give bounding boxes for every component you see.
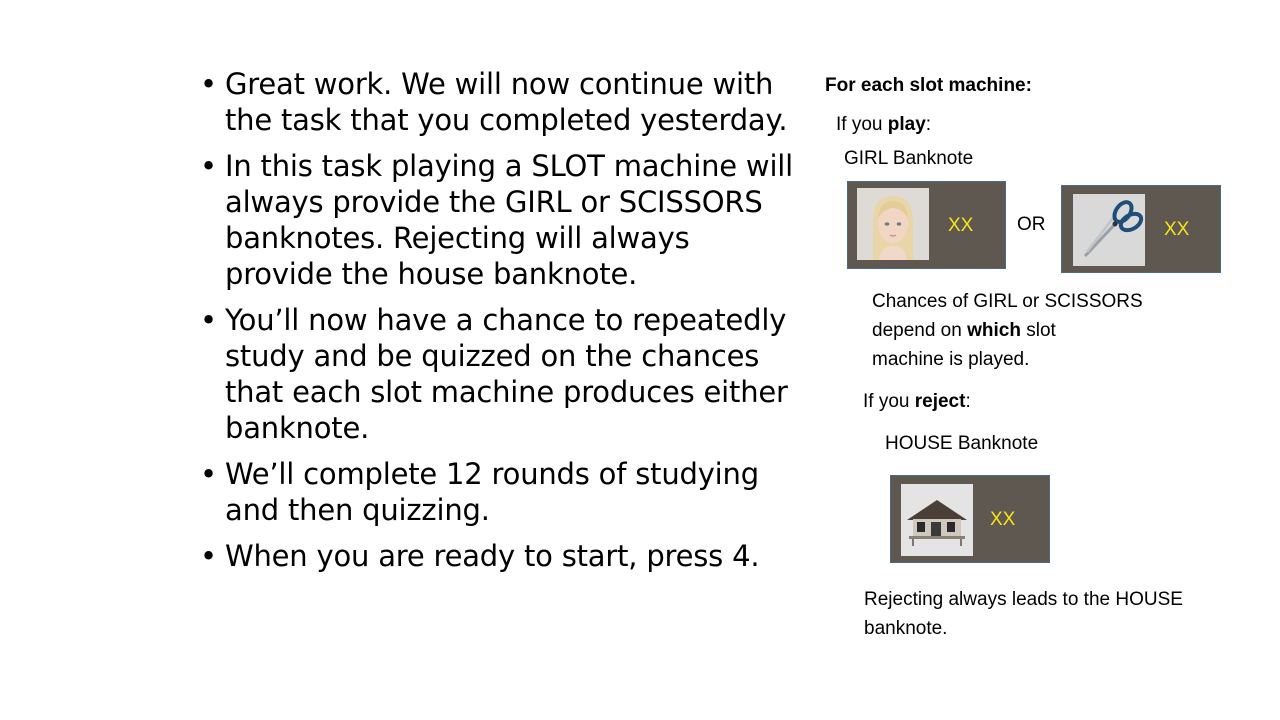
instruction-item: • Great work. We will now continue with t… [198,66,798,138]
instruction-text: You’ll now have a chance to repeatedly s… [225,303,788,445]
instruction-item: • In this task playing a SLOT machine wil… [198,148,798,292]
instruction-text: In this task playing a SLOT machine will… [225,149,794,291]
bullet-dot-icon: • [200,149,217,183]
rejecting-line-1: Rejecting always leads to the HOUSE [864,589,1183,610]
instruction-list: • Great work. We will now continue with t… [198,66,798,584]
reject-suffix: : [965,391,971,412]
play-suffix: : [925,114,932,135]
girl-banknote-value: XX [948,215,974,236]
instruction-item: • We’ll complete 12 rounds of studying an… [198,456,798,528]
bullet-dot-icon: • [200,67,217,101]
or-label: OR [1017,214,1046,235]
scissors-icon [1073,194,1145,266]
chances-line-2-bold: which [967,320,1021,341]
play-line: If you play: [836,110,931,139]
instruction-item: • You’ll now have a chance to repeatedly … [198,302,798,446]
instruction-text: We’ll complete 12 rounds of studying and… [225,457,759,527]
girl-banknote: XX [847,181,1006,269]
chances-line-2: depend on which slot [872,316,1143,345]
chances-note: Chances of GIRL or SCISSORS depend on wh… [872,287,1143,374]
house-image [901,484,973,556]
chances-line-2-post: slot [1020,320,1056,341]
scissors-banknote: XX [1061,185,1221,273]
reject-word: reject [914,391,966,412]
scissors-banknote-value: XX [1164,219,1190,240]
house-banknote: XX [890,475,1050,563]
chances-line-3: machine is played. [872,349,1030,370]
bullet-dot-icon: • [200,539,217,573]
girl-portrait-image [857,188,929,260]
play-word: play [887,114,926,135]
play-prefix: If you [836,114,888,135]
house-banknote-label: HOUSE Banknote [885,433,1039,454]
rejecting-note: Rejecting always leads to the HOUSE bank… [864,585,1183,643]
girl-banknote-label: GIRL Banknote [844,148,974,169]
bullet-dot-icon: • [200,457,217,491]
instruction-text: When you are ready to start, press 4. [225,539,760,573]
rejecting-line-2: banknote. [864,618,948,639]
instruction-item: • When you are ready to start, press 4. [198,538,798,574]
reject-prefix: If you [863,391,915,412]
instruction-text: Great work. We will now continue with th… [225,67,788,137]
bullet-dot-icon: • [200,303,217,337]
chances-line-2-pre: depend on [872,320,968,341]
chances-line-1: Chances of GIRL or SCISSORS [872,291,1143,312]
panel-heading: For each slot machine: [825,75,1032,96]
reject-line: If you reject: [863,387,971,416]
house-banknote-value: XX [990,509,1016,530]
